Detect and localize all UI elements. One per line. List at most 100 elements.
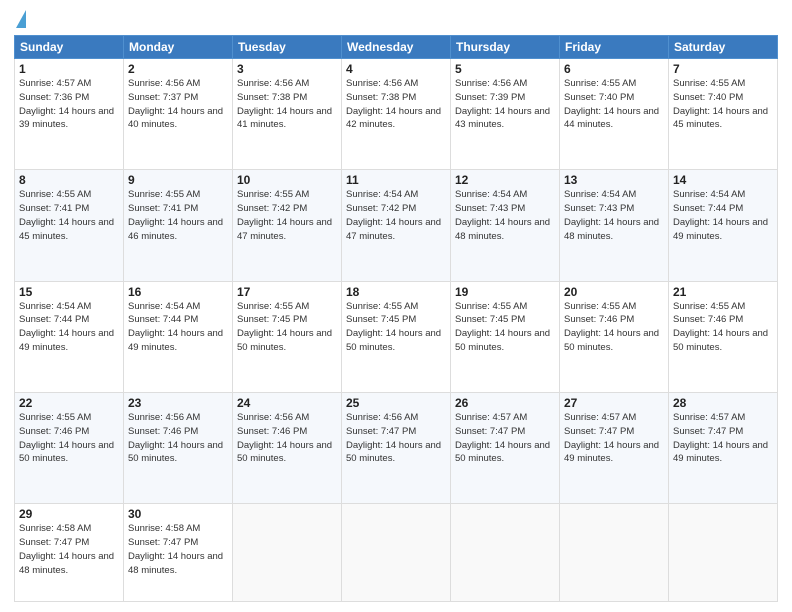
day-info: Sunrise: 4:58 AMSunset: 7:47 PMDaylight:… [19, 523, 114, 575]
day-info: Sunrise: 4:54 AMSunset: 7:44 PMDaylight:… [128, 301, 223, 353]
day-number: 19 [455, 285, 555, 299]
calendar-cell: 9 Sunrise: 4:55 AMSunset: 7:41 PMDayligh… [124, 170, 233, 281]
calendar-cell: 3 Sunrise: 4:56 AMSunset: 7:38 PMDayligh… [233, 59, 342, 170]
day-info: Sunrise: 4:54 AMSunset: 7:44 PMDaylight:… [19, 301, 114, 353]
day-info: Sunrise: 4:56 AMSunset: 7:39 PMDaylight:… [455, 78, 550, 130]
weekday-header-thursday: Thursday [451, 36, 560, 59]
calendar-cell: 19 Sunrise: 4:55 AMSunset: 7:45 PMDaylig… [451, 281, 560, 392]
day-info: Sunrise: 4:56 AMSunset: 7:37 PMDaylight:… [128, 78, 223, 130]
calendar-cell: 10 Sunrise: 4:55 AMSunset: 7:42 PMDaylig… [233, 170, 342, 281]
logo-block [14, 10, 26, 27]
calendar-cell: 13 Sunrise: 4:54 AMSunset: 7:43 PMDaylig… [560, 170, 669, 281]
day-number: 17 [237, 285, 337, 299]
day-number: 22 [19, 396, 119, 410]
day-info: Sunrise: 4:58 AMSunset: 7:47 PMDaylight:… [128, 523, 223, 575]
day-number: 1 [19, 62, 119, 76]
day-info: Sunrise: 4:55 AMSunset: 7:46 PMDaylight:… [673, 301, 768, 353]
day-info: Sunrise: 4:55 AMSunset: 7:42 PMDaylight:… [237, 189, 332, 241]
logo-triangle-icon [16, 10, 26, 28]
calendar-cell: 5 Sunrise: 4:56 AMSunset: 7:39 PMDayligh… [451, 59, 560, 170]
weekday-header-tuesday: Tuesday [233, 36, 342, 59]
calendar-cell: 8 Sunrise: 4:55 AMSunset: 7:41 PMDayligh… [15, 170, 124, 281]
day-info: Sunrise: 4:54 AMSunset: 7:42 PMDaylight:… [346, 189, 441, 241]
calendar-cell: 26 Sunrise: 4:57 AMSunset: 7:47 PMDaylig… [451, 392, 560, 503]
weekday-header-saturday: Saturday [669, 36, 778, 59]
day-number: 10 [237, 173, 337, 187]
day-number: 25 [346, 396, 446, 410]
calendar-cell: 21 Sunrise: 4:55 AMSunset: 7:46 PMDaylig… [669, 281, 778, 392]
calendar-cell: 27 Sunrise: 4:57 AMSunset: 7:47 PMDaylig… [560, 392, 669, 503]
calendar-cell: 2 Sunrise: 4:56 AMSunset: 7:37 PMDayligh… [124, 59, 233, 170]
day-info: Sunrise: 4:55 AMSunset: 7:41 PMDaylight:… [128, 189, 223, 241]
day-number: 7 [673, 62, 773, 76]
weekday-header-monday: Monday [124, 36, 233, 59]
day-info: Sunrise: 4:55 AMSunset: 7:45 PMDaylight:… [346, 301, 441, 353]
day-info: Sunrise: 4:55 AMSunset: 7:40 PMDaylight:… [564, 78, 659, 130]
day-number: 18 [346, 285, 446, 299]
calendar-cell: 14 Sunrise: 4:54 AMSunset: 7:44 PMDaylig… [669, 170, 778, 281]
calendar-cell: 15 Sunrise: 4:54 AMSunset: 7:44 PMDaylig… [15, 281, 124, 392]
day-number: 26 [455, 396, 555, 410]
day-info: Sunrise: 4:55 AMSunset: 7:41 PMDaylight:… [19, 189, 114, 241]
calendar-cell: 11 Sunrise: 4:54 AMSunset: 7:42 PMDaylig… [342, 170, 451, 281]
logo [14, 10, 26, 27]
calendar-cell [669, 504, 778, 602]
day-number: 14 [673, 173, 773, 187]
day-info: Sunrise: 4:57 AMSunset: 7:47 PMDaylight:… [455, 412, 550, 464]
day-number: 8 [19, 173, 119, 187]
calendar-cell [451, 504, 560, 602]
day-number: 9 [128, 173, 228, 187]
calendar-cell: 17 Sunrise: 4:55 AMSunset: 7:45 PMDaylig… [233, 281, 342, 392]
calendar-cell [342, 504, 451, 602]
day-number: 4 [346, 62, 446, 76]
calendar-table: SundayMondayTuesdayWednesdayThursdayFrid… [14, 35, 778, 602]
day-number: 13 [564, 173, 664, 187]
calendar-cell: 4 Sunrise: 4:56 AMSunset: 7:38 PMDayligh… [342, 59, 451, 170]
day-info: Sunrise: 4:56 AMSunset: 7:46 PMDaylight:… [128, 412, 223, 464]
day-number: 11 [346, 173, 446, 187]
weekday-header-friday: Friday [560, 36, 669, 59]
day-number: 23 [128, 396, 228, 410]
calendar-cell: 7 Sunrise: 4:55 AMSunset: 7:40 PMDayligh… [669, 59, 778, 170]
day-number: 21 [673, 285, 773, 299]
day-number: 28 [673, 396, 773, 410]
day-info: Sunrise: 4:56 AMSunset: 7:47 PMDaylight:… [346, 412, 441, 464]
calendar-cell: 28 Sunrise: 4:57 AMSunset: 7:47 PMDaylig… [669, 392, 778, 503]
day-info: Sunrise: 4:54 AMSunset: 7:43 PMDaylight:… [455, 189, 550, 241]
calendar-cell: 6 Sunrise: 4:55 AMSunset: 7:40 PMDayligh… [560, 59, 669, 170]
day-number: 20 [564, 285, 664, 299]
calendar-header-row: SundayMondayTuesdayWednesdayThursdayFrid… [15, 36, 778, 59]
day-number: 2 [128, 62, 228, 76]
day-info: Sunrise: 4:55 AMSunset: 7:40 PMDaylight:… [673, 78, 768, 130]
day-info: Sunrise: 4:54 AMSunset: 7:44 PMDaylight:… [673, 189, 768, 241]
calendar-cell: 20 Sunrise: 4:55 AMSunset: 7:46 PMDaylig… [560, 281, 669, 392]
calendar-cell: 12 Sunrise: 4:54 AMSunset: 7:43 PMDaylig… [451, 170, 560, 281]
calendar-cell: 30 Sunrise: 4:58 AMSunset: 7:47 PMDaylig… [124, 504, 233, 602]
calendar-cell [560, 504, 669, 602]
day-info: Sunrise: 4:57 AMSunset: 7:36 PMDaylight:… [19, 78, 114, 130]
day-number: 27 [564, 396, 664, 410]
day-info: Sunrise: 4:55 AMSunset: 7:45 PMDaylight:… [237, 301, 332, 353]
header [14, 10, 778, 27]
day-info: Sunrise: 4:55 AMSunset: 7:45 PMDaylight:… [455, 301, 550, 353]
day-number: 30 [128, 507, 228, 521]
weekday-header-sunday: Sunday [15, 36, 124, 59]
day-number: 16 [128, 285, 228, 299]
day-info: Sunrise: 4:57 AMSunset: 7:47 PMDaylight:… [564, 412, 659, 464]
calendar-cell: 1 Sunrise: 4:57 AMSunset: 7:36 PMDayligh… [15, 59, 124, 170]
day-number: 15 [19, 285, 119, 299]
calendar-cell: 22 Sunrise: 4:55 AMSunset: 7:46 PMDaylig… [15, 392, 124, 503]
calendar-cell: 16 Sunrise: 4:54 AMSunset: 7:44 PMDaylig… [124, 281, 233, 392]
weekday-header-wednesday: Wednesday [342, 36, 451, 59]
day-info: Sunrise: 4:55 AMSunset: 7:46 PMDaylight:… [19, 412, 114, 464]
calendar-cell: 18 Sunrise: 4:55 AMSunset: 7:45 PMDaylig… [342, 281, 451, 392]
calendar-cell: 25 Sunrise: 4:56 AMSunset: 7:47 PMDaylig… [342, 392, 451, 503]
day-info: Sunrise: 4:56 AMSunset: 7:46 PMDaylight:… [237, 412, 332, 464]
day-info: Sunrise: 4:56 AMSunset: 7:38 PMDaylight:… [346, 78, 441, 130]
calendar-cell: 24 Sunrise: 4:56 AMSunset: 7:46 PMDaylig… [233, 392, 342, 503]
day-info: Sunrise: 4:55 AMSunset: 7:46 PMDaylight:… [564, 301, 659, 353]
day-number: 5 [455, 62, 555, 76]
day-info: Sunrise: 4:57 AMSunset: 7:47 PMDaylight:… [673, 412, 768, 464]
page: SundayMondayTuesdayWednesdayThursdayFrid… [0, 0, 792, 612]
calendar-cell [233, 504, 342, 602]
